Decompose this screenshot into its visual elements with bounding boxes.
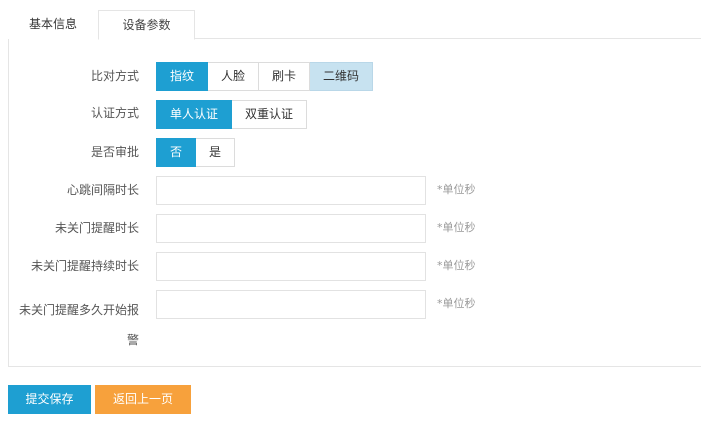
alarm-start-input[interactable] [156, 290, 426, 319]
auth-mode-label: 认证方式 [90, 106, 139, 120]
compare-mode-group: 指纹 人脸 刷卡 二维码 [156, 62, 374, 91]
approval-no-button[interactable]: 否 [156, 138, 197, 167]
back-button[interactable]: 返回上一页 [95, 385, 191, 414]
reminder-duration-label: 未关门提醒持续时长 [30, 259, 139, 273]
approval-group: 否 是 [156, 138, 236, 167]
door-reminder-unit: *单位秒 [437, 221, 476, 234]
compare-fingerprint-button[interactable]: 指纹 [156, 62, 209, 91]
reminder-duration-unit: *单位秒 [437, 259, 476, 272]
heartbeat-label: 心跳间隔时长 [66, 183, 139, 197]
door-reminder-input[interactable] [156, 214, 426, 243]
alarm-start-label: 未关门提醒多久开始报警 [18, 303, 139, 347]
tab-device-params[interactable]: 设备参数 [98, 10, 195, 40]
reminder-duration-input[interactable] [156, 252, 426, 281]
auth-single-button[interactable]: 单人认证 [156, 100, 233, 129]
alarm-start-unit: *单位秒 [437, 297, 476, 310]
auth-dual-button[interactable]: 双重认证 [232, 100, 308, 129]
approval-label: 是否审批 [90, 145, 139, 159]
save-button[interactable]: 提交保存 [8, 385, 91, 414]
heartbeat-unit: *单位秒 [437, 183, 476, 196]
compare-card-button[interactable]: 刷卡 [259, 62, 311, 91]
compare-face-button[interactable]: 人脸 [208, 62, 260, 91]
door-reminder-label: 未关门提醒时长 [54, 221, 139, 235]
heartbeat-input[interactable] [156, 176, 426, 205]
tab-bar: 基本信息 设备参数 [8, 10, 701, 40]
compare-mode-label: 比对方式 [90, 69, 139, 83]
auth-mode-group: 单人认证 双重认证 [156, 100, 308, 129]
tab-basic-info[interactable]: 基本信息 [8, 10, 98, 39]
approval-yes-button[interactable]: 是 [196, 138, 236, 167]
compare-qrcode-button[interactable]: 二维码 [310, 62, 374, 91]
